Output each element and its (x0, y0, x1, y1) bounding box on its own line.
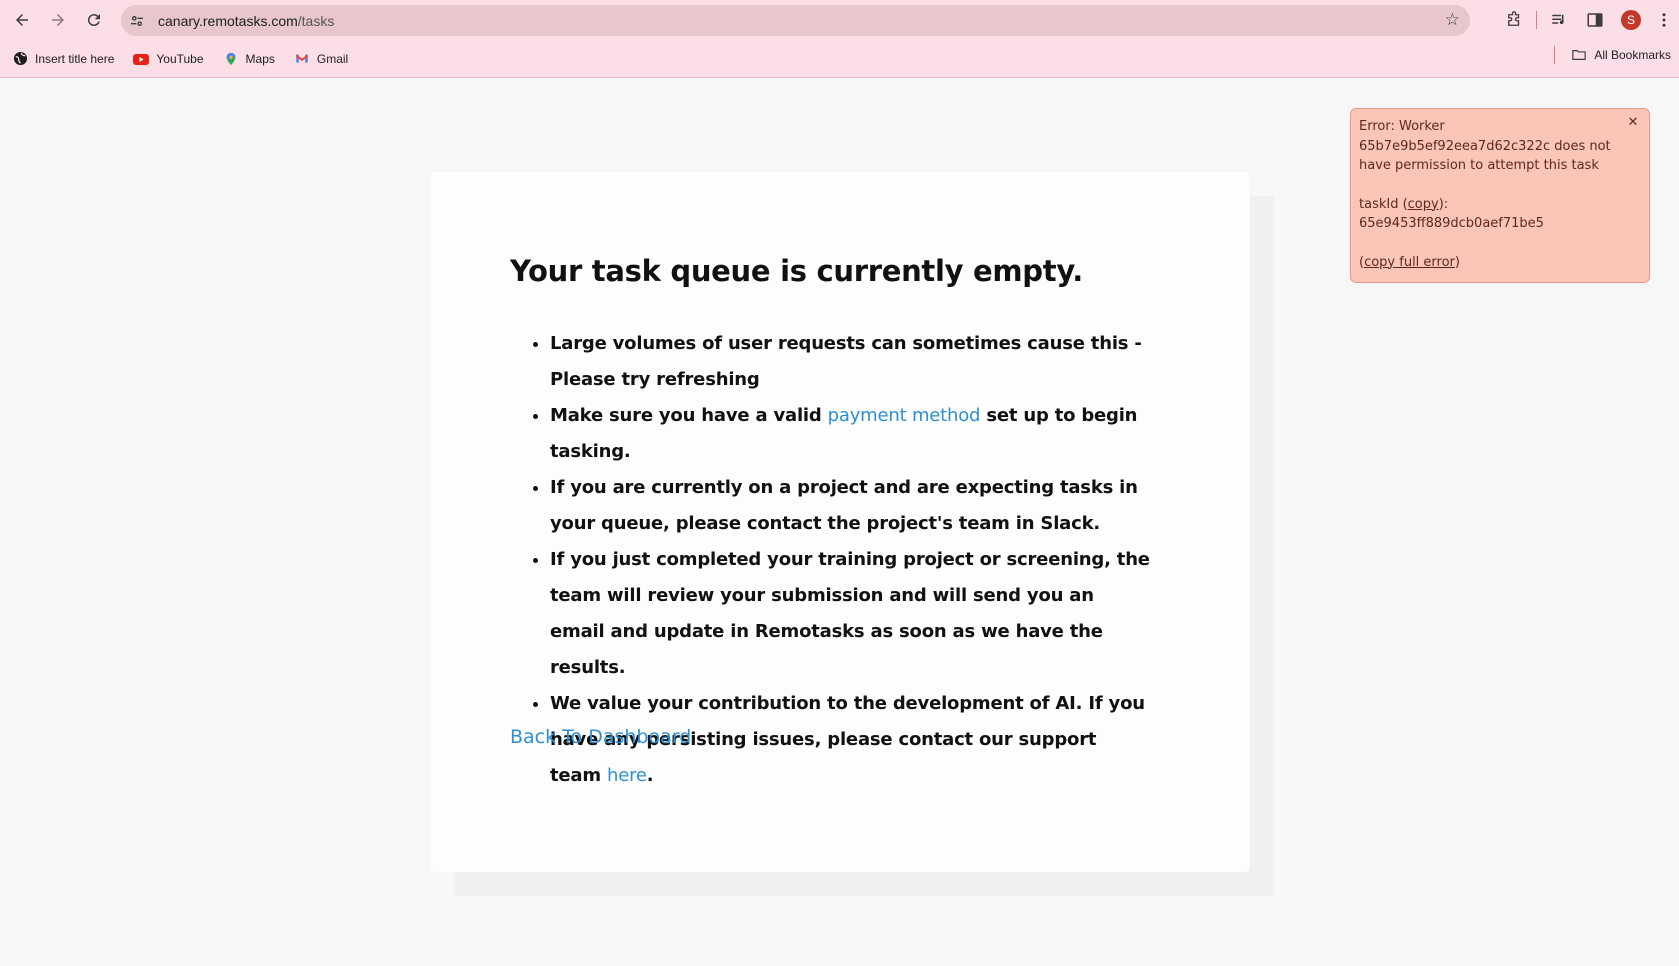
empty-queue-card: Your task queue is currently empty. Larg… (430, 172, 1250, 872)
list-item: Make sure you have a valid payment metho… (550, 398, 1150, 470)
toast-spacer (1359, 234, 1641, 253)
support-here-link[interactable]: here (607, 765, 647, 786)
bookmarks-divider (1554, 46, 1556, 64)
bookmark-label: YouTube (156, 51, 204, 66)
profile-avatar[interactable]: S (1613, 2, 1649, 38)
item-text: Make sure you have a valid (550, 405, 828, 426)
toolbar-divider (1536, 11, 1537, 29)
paren-close: ) (1454, 254, 1460, 270)
bookmark-label: Insert title here (35, 51, 115, 66)
task-id-value: 65e9453ff889dcb0aef71be5 (1359, 216, 1544, 231)
bookmark-label: Gmail (316, 51, 349, 66)
copy-task-id-link[interactable]: copy (1408, 197, 1439, 212)
bookmark-label: Maps (245, 51, 275, 66)
item-text: . (646, 765, 654, 786)
task-id-suffix: ): (1438, 196, 1449, 212)
list-item: If you just completed your training proj… (550, 542, 1150, 686)
all-bookmarks[interactable]: All Bookmarks (1554, 46, 1671, 64)
side-panel-icon[interactable] (1577, 2, 1613, 38)
avatar-initial: S (1621, 10, 1641, 30)
bookmark-maps[interactable]: Maps (216, 46, 282, 72)
bookmark-star-icon[interactable]: ☆ (1445, 10, 1460, 30)
browser-toolbar: canary.remotasks.com/tasks ☆ S (0, 0, 1679, 40)
error-message: Error: Worker 65b7e9b5ef92eea7d62c322c d… (1359, 119, 1611, 173)
bookmark-gmail[interactable]: Gmail (287, 46, 355, 72)
folder-icon (1571, 48, 1587, 62)
reload-icon[interactable] (80, 6, 108, 34)
maps-icon (223, 51, 239, 67)
info-list: Large volumes of user requests can somet… (510, 326, 1150, 794)
task-id-label: taskId ( (1359, 196, 1408, 212)
copy-full-error-link[interactable]: copy full error (1364, 255, 1455, 270)
list-item: Large volumes of user requests can somet… (550, 326, 1150, 398)
error-toast: ✕ Error: Worker 65b7e9b5ef92eea7d62c322c… (1350, 108, 1650, 283)
menu-kebab-icon[interactable] (1649, 2, 1679, 38)
site-info-icon[interactable] (124, 8, 150, 34)
back-icon[interactable] (8, 6, 36, 34)
back-to-dashboard-link[interactable]: Back To Dashboard (510, 726, 691, 748)
toast-spacer (1359, 176, 1641, 195)
gmail-icon (294, 51, 310, 67)
toolbar-actions: S (1496, 0, 1679, 40)
forward-icon[interactable] (44, 6, 72, 34)
bookmarks-bar: Insert title here YouTube Maps Gmail All… (0, 40, 1679, 78)
url-text: canary.remotasks.com/tasks (158, 13, 334, 29)
extensions-icon[interactable] (1496, 2, 1532, 38)
bookmark-insert-title[interactable]: Insert title here (5, 46, 121, 72)
address-bar[interactable]: canary.remotasks.com/tasks ☆ (121, 5, 1470, 36)
payment-method-link[interactable]: payment method (828, 405, 981, 426)
close-icon[interactable]: ✕ (1625, 115, 1641, 131)
bookmark-youtube[interactable]: YouTube (126, 46, 210, 72)
task-id-line: taskId (copy): (1359, 195, 1627, 215)
globe-icon (12, 51, 28, 67)
copy-full-error-line: (copy full error) (1359, 253, 1627, 273)
youtube-icon (133, 51, 150, 67)
all-bookmarks-label: All Bookmarks (1594, 48, 1671, 62)
list-item: If you are currently on a project and ar… (550, 470, 1150, 542)
url-host: canary.remotasks.com (158, 12, 298, 29)
url-path: /tasks (297, 12, 335, 29)
page-title: Your task queue is currently empty. (510, 254, 1083, 288)
media-control-icon[interactable] (1541, 2, 1577, 38)
